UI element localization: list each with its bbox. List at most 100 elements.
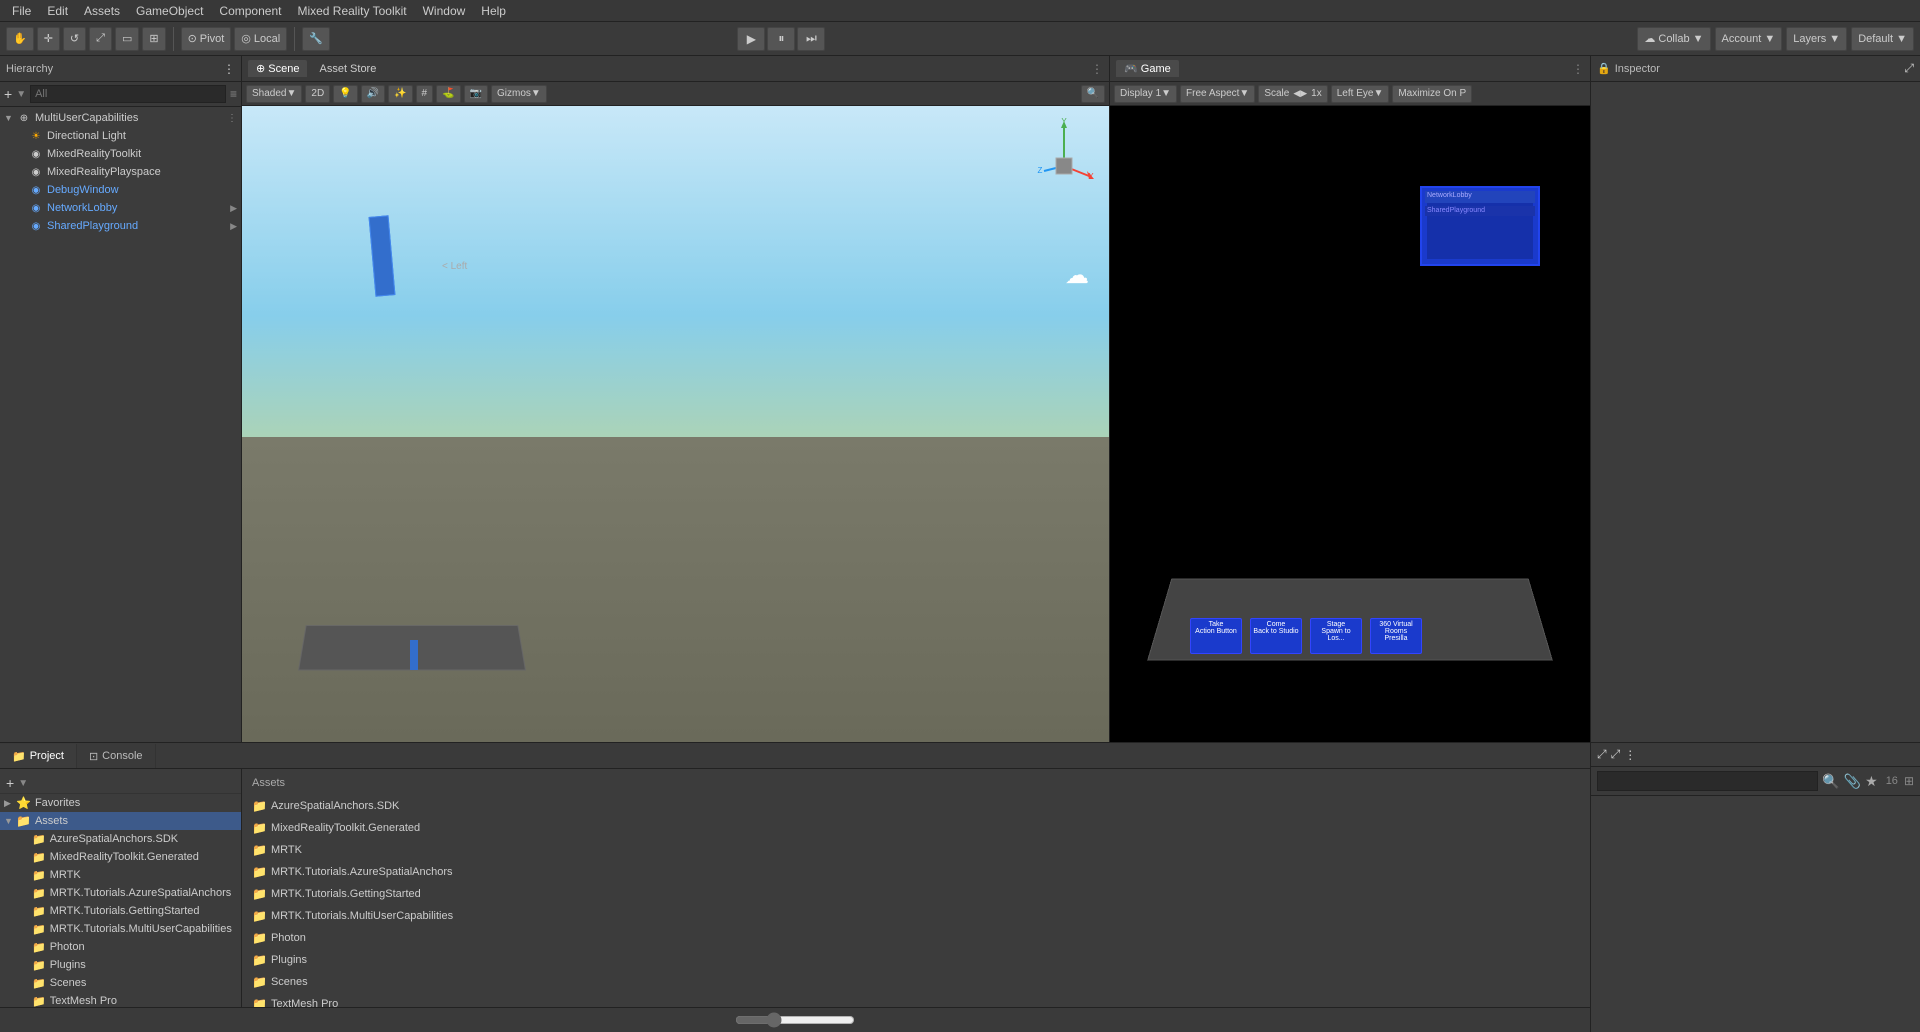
project-plugins-item[interactable]: 📁 Plugins: [0, 956, 241, 974]
hierarchy-plus-icon[interactable]: +: [4, 86, 12, 102]
hierarchy-arrow-icon[interactable]: ▼: [16, 89, 26, 100]
asset-store-tab[interactable]: Asset Store: [311, 61, 384, 77]
gizmos-dropdown[interactable]: Gizmos ▼: [491, 85, 547, 103]
main-mrtkgen-item[interactable]: 📁 MixedRealityToolkit.Generated: [248, 817, 1584, 839]
menu-file[interactable]: File: [4, 0, 39, 22]
layers-dropdown[interactable]: Layers ▼: [1786, 27, 1847, 51]
mrtkgen-label: MixedRealityToolkit.Generated: [50, 851, 199, 863]
main-mrtkaz-item[interactable]: 📁 MRTK.Tutorials.AzureSpatialAnchors: [248, 861, 1584, 883]
hierarchy-item-debugwindow[interactable]: ◉ DebugWindow: [0, 181, 241, 199]
scene-view-header: ⊕ Scene Asset Store ⋮: [242, 56, 1109, 82]
main-plugins-item[interactable]: 📁 Plugins: [248, 949, 1584, 971]
game-scale-control[interactable]: Scale ◀▶ 1x: [1258, 85, 1327, 103]
project-add-arrow-icon[interactable]: ▼: [18, 778, 28, 789]
hierarchy-item-mrtk[interactable]: ◉ MixedRealityToolkit: [0, 145, 241, 163]
menu-assets[interactable]: Assets: [76, 0, 128, 22]
rect-tool-button[interactable]: ▭: [115, 27, 139, 51]
project-azure-sdk-item[interactable]: 📁 AzureSpatialAnchors.SDK: [0, 830, 241, 848]
game-card-4[interactable]: 360 Virtual Rooms Presilla: [1370, 618, 1422, 654]
main-plugins-icon: 📁: [252, 953, 267, 967]
local-dropdown[interactable]: ◎ Local: [234, 27, 287, 51]
project-zoom-slider[interactable]: [735, 1012, 855, 1028]
scale-tool-button[interactable]: ⤢: [89, 27, 112, 51]
main-textmesh-item[interactable]: 📁 TextMesh Pro: [248, 993, 1584, 1007]
account-dropdown[interactable]: Account ▼: [1715, 27, 1783, 51]
menu-edit[interactable]: Edit: [39, 0, 76, 22]
menu-mixed-reality[interactable]: Mixed Reality Toolkit: [289, 0, 414, 22]
layout-dropdown[interactable]: Default ▼: [1851, 27, 1914, 51]
project-bookmark-icon[interactable]: 📎: [1844, 773, 1861, 790]
pivot-dropdown[interactable]: ⊙ Pivot: [181, 27, 232, 51]
pause-button[interactable]: ⏸: [767, 27, 795, 51]
project-search-icon-btn[interactable]: 🔍: [1822, 773, 1839, 790]
project-mrtkaz-item[interactable]: 📁 MRTK.Tutorials.AzureSpatialAnchors: [0, 884, 241, 902]
project-textmesh-item[interactable]: 📁 TextMesh Pro: [0, 992, 241, 1007]
hierarchy-options-icon[interactable]: ⋮: [223, 62, 235, 76]
menu-help[interactable]: Help: [473, 0, 514, 22]
game-maximize-button[interactable]: Maximize On P: [1392, 85, 1472, 103]
scene-light-button[interactable]: 💡: [333, 85, 357, 103]
main-mrtkgetting-item[interactable]: 📁 MRTK.Tutorials.GettingStarted: [248, 883, 1584, 905]
collab-dropdown[interactable]: ☁ Collab ▼: [1637, 27, 1710, 51]
multiuser-more-icon[interactable]: ⋮: [227, 113, 237, 124]
main-mrtk-item[interactable]: 📁 MRTK: [248, 839, 1584, 861]
hierarchy-filter-icon[interactable]: ≡: [230, 87, 237, 101]
project-scenes-item[interactable]: 📁 Scenes: [0, 974, 241, 992]
project-panel-expand-icon[interactable]: ⤢: [1597, 747, 1607, 762]
hand-tool-button[interactable]: ✋: [6, 27, 34, 51]
project-search-input[interactable]: [1597, 771, 1818, 791]
project-add-icon[interactable]: +: [6, 775, 14, 791]
hierarchy-item-mrtkplayspace[interactable]: ◉ MixedRealityPlayspace: [0, 163, 241, 181]
scene-grid-button[interactable]: #: [416, 85, 434, 103]
project-star-icon[interactable]: ★: [1865, 773, 1878, 790]
hierarchy-item-sharedplayground[interactable]: ◉ SharedPlayground ▶: [0, 217, 241, 235]
project-tab[interactable]: 📁 Project: [0, 744, 77, 768]
hierarchy-item-multiuser[interactable]: ▼ ⊕ MultiUserCapabilities ⋮: [0, 109, 241, 127]
game-header-options[interactable]: ⋮: [1572, 62, 1584, 76]
snap-button[interactable]: 🔧: [302, 27, 330, 51]
game-tab[interactable]: 🎮 Game: [1116, 60, 1179, 77]
game-card-1[interactable]: Take Action Button: [1190, 618, 1242, 654]
hierarchy-item-directional-light[interactable]: ☀ Directional Light: [0, 127, 241, 145]
transform-tool-button[interactable]: ⊞: [142, 27, 165, 51]
menu-window[interactable]: Window: [415, 0, 474, 22]
main-azure-sdk-item[interactable]: 📁 AzureSpatialAnchors.SDK: [248, 795, 1584, 817]
project-mrtkgetting-item[interactable]: 📁 MRTK.Tutorials.GettingStarted: [0, 902, 241, 920]
game-aspect-dropdown[interactable]: Free Aspect ▼: [1180, 85, 1255, 103]
project-panel-options-icon[interactable]: ⋮: [1624, 748, 1636, 762]
move-tool-button[interactable]: ✛: [37, 27, 60, 51]
scene-search-button[interactable]: 🔍: [1081, 85, 1105, 103]
scene-tab[interactable]: ⊕ Scene: [248, 60, 307, 77]
scene-nav-button[interactable]: ⛳: [436, 85, 460, 103]
scene-audio-button[interactable]: 🔊: [361, 85, 385, 103]
step-button[interactable]: ⏭: [797, 27, 825, 51]
project-panel-expand2-icon[interactable]: ⤢: [1611, 747, 1621, 762]
scene-camera-button[interactable]: 📷: [464, 85, 488, 103]
menu-component[interactable]: Component: [211, 0, 289, 22]
project-grid-icon[interactable]: ⊞: [1904, 774, 1914, 788]
hierarchy-item-networklobby[interactable]: ◉ NetworkLobby ▶: [0, 199, 241, 217]
game-eye-dropdown[interactable]: Left Eye ▼: [1331, 85, 1390, 103]
shading-dropdown[interactable]: Shaded ▼: [246, 85, 302, 103]
scene-fx-button[interactable]: ✨: [388, 85, 412, 103]
main-photon-item[interactable]: 📁 Photon: [248, 927, 1584, 949]
project-mrtkmodern-item[interactable]: 📁 MRTK.Tutorials.MultiUserCapabilities: [0, 920, 241, 938]
menu-gameobject[interactable]: GameObject: [128, 0, 211, 22]
rotate-tool-button[interactable]: ↺: [63, 27, 86, 51]
game-card-3[interactable]: Stage Spawn to Los...: [1310, 618, 1362, 654]
project-mrtkgen-item[interactable]: 📁 MixedRealityToolkit.Generated: [0, 848, 241, 866]
scene-2d-button[interactable]: 2D: [305, 85, 330, 103]
inspector-expand-icon[interactable]: ⤢: [1904, 61, 1914, 76]
console-tab[interactable]: ⊡ Console: [77, 744, 156, 768]
project-mrtk-item[interactable]: 📁 MRTK: [0, 866, 241, 884]
hierarchy-search-input[interactable]: [30, 85, 226, 103]
game-card-2[interactable]: Come Back to Studio: [1250, 618, 1302, 654]
scene-header-options[interactable]: ⋮: [1091, 62, 1103, 76]
play-button[interactable]: ▶: [737, 27, 765, 51]
project-favorites-item[interactable]: ▶ ⭐ Favorites: [0, 794, 241, 812]
game-display-dropdown[interactable]: Display 1 ▼: [1114, 85, 1177, 103]
main-scenes-item[interactable]: 📁 Scenes: [248, 971, 1584, 993]
main-mrtkmodern-item[interactable]: 📁 MRTK.Tutorials.MultiUserCapabilities: [248, 905, 1584, 927]
project-assets-item[interactable]: ▼ 📁 Assets: [0, 812, 241, 830]
project-photon-item[interactable]: 📁 Photon: [0, 938, 241, 956]
